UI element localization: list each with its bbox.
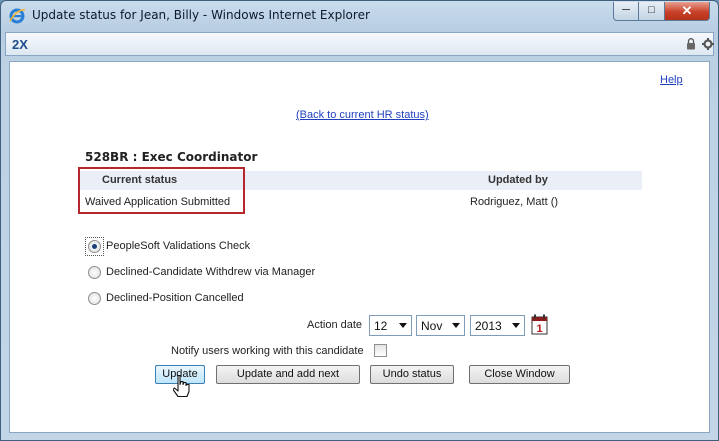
status-option-label: PeopleSoft Validations Check [106, 240, 251, 252]
hand-cursor-icon [173, 374, 190, 398]
notify-label: Notify users working with this candidate [171, 345, 364, 357]
radio-button[interactable] [88, 266, 101, 279]
title-bar[interactable]: Update status for Jean, Billy - Windows … [1, 1, 718, 31]
dropdown-arrow-icon [399, 323, 407, 328]
day-value: 12 [374, 319, 388, 333]
month-value: Nov [421, 319, 443, 333]
undo-status-button[interactable]: Undo status [370, 365, 454, 384]
address-bar: 2X [5, 32, 714, 56]
help-link[interactable]: Help [660, 74, 683, 86]
maximize-button[interactable]: □ [639, 2, 665, 21]
browser-window: Update status for Jean, Billy - Windows … [0, 0, 719, 441]
dropdown-arrow-icon [512, 323, 520, 328]
close-window-button[interactable]: Close Window [469, 365, 570, 384]
dropdown-arrow-icon [452, 323, 460, 328]
close-icon: ✕ [681, 3, 693, 18]
action-date-label: Action date [307, 319, 363, 331]
lock-icon [687, 38, 695, 50]
notify-checkbox[interactable] [374, 344, 387, 357]
maximize-icon: □ [648, 4, 655, 16]
status-option-label: Declined-Candidate Withdrew via Manager [106, 266, 316, 278]
year-value: 2013 [475, 319, 502, 333]
requisition-title: 528BR : Exec Coordinator [85, 150, 258, 164]
calendar-icon-label: 1 [536, 323, 542, 335]
close-button[interactable]: ✕ [665, 2, 710, 21]
calendar-icon[interactable]: 1 [531, 314, 548, 335]
status-option-label: Declined-Position Cancelled [106, 292, 244, 304]
update-and-add-next-button[interactable]: Update and add next [216, 365, 360, 384]
ie-icon [9, 8, 26, 24]
page-content: Help (Back to current HR status) 528BR :… [9, 61, 710, 433]
minimize-icon: ─ [622, 4, 630, 16]
radio-button[interactable] [88, 292, 101, 305]
back-to-hr-status-link[interactable]: (Back to current HR status) [296, 109, 429, 121]
day-select[interactable]: 12 [369, 315, 412, 336]
highlight-box [78, 167, 245, 214]
month-select[interactable]: Nov [416, 315, 465, 336]
header-updated-by: Updated by [488, 174, 548, 186]
minimize-button[interactable]: ─ [613, 2, 639, 21]
gear-icon[interactable] [702, 37, 714, 51]
updated-by-value: Rodriguez, Matt () [470, 196, 559, 208]
2x-logo: 2X [12, 37, 28, 52]
radio-button-selected[interactable] [88, 240, 101, 253]
year-select[interactable]: 2013 [470, 315, 525, 336]
window-title: Update status for Jean, Billy - Windows … [32, 8, 370, 22]
